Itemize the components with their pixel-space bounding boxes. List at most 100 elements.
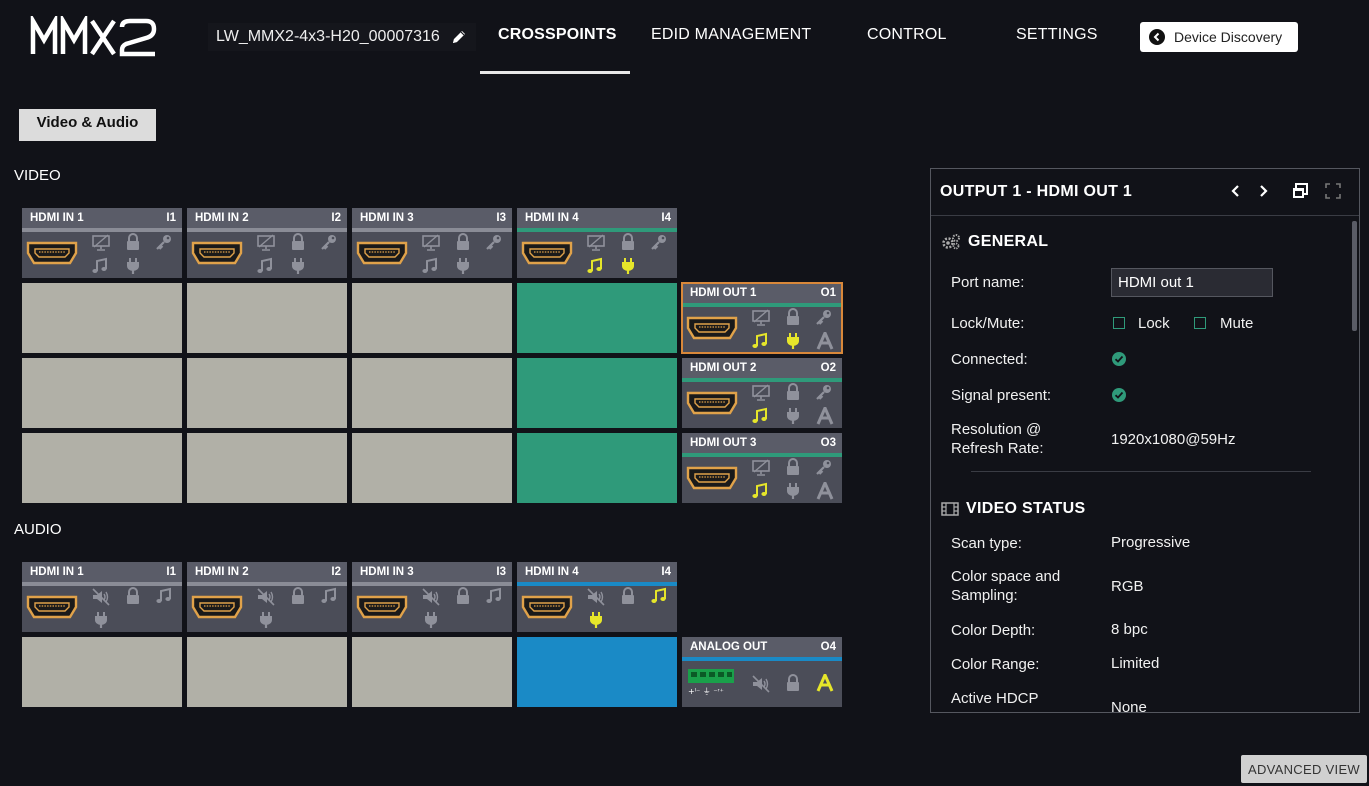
video-output-o3[interactable]: HDMI OUT 3 O3	[682, 433, 842, 503]
auto-select-icon	[816, 671, 834, 697]
active-hdcp-value: None	[1111, 699, 1147, 713]
port-id: I4	[661, 212, 671, 224]
chevron-left-icon[interactable]	[1229, 183, 1243, 199]
port-id: I2	[331, 212, 341, 224]
video-input-i3[interactable]: HDMI IN 3 I3	[352, 208, 512, 278]
crosspoint-cell-o4-i2[interactable]	[187, 637, 347, 707]
audio-input-i2[interactable]: HDMI IN 2 I2	[187, 562, 347, 632]
port-name-input[interactable]	[1111, 268, 1273, 297]
hdmi-icon	[191, 240, 243, 271]
audio-section-title: AUDIO	[14, 521, 62, 538]
port-id: I4	[661, 566, 671, 578]
key-icon	[650, 233, 668, 256]
advanced-view-button[interactable]: ADVANCED VIEW	[1241, 755, 1367, 783]
video-output-o2[interactable]: HDMI OUT 2 O2	[682, 358, 842, 428]
crosspoint-cell-o3-i2[interactable]	[187, 433, 347, 503]
hdmi-icon	[26, 594, 78, 625]
crosspoint-cell-o1-i1[interactable]	[22, 283, 182, 353]
crosspoint-cell-o2-i4[interactable]	[517, 358, 677, 428]
port-body	[22, 232, 182, 278]
crosspoint-cell-o1-i2[interactable]	[187, 283, 347, 353]
fullscreen-icon[interactable]	[1325, 183, 1341, 199]
port-header: HDMI IN 2 I2	[187, 208, 347, 228]
audio-input-i1[interactable]: HDMI IN 1 I1	[22, 562, 182, 632]
video-output-o1[interactable]: HDMI OUT 1 O1	[681, 282, 843, 354]
svg-text:+ˡ⁻ ⏚ ⁻ʳ⁺: +ˡ⁻ ⏚ ⁻ʳ⁺	[688, 687, 724, 696]
signal-check-icon	[1112, 388, 1126, 402]
audio-input-i4[interactable]: HDMI IN 4 I4	[517, 562, 677, 632]
audio-note-icon	[155, 587, 173, 610]
video-audio-view-button[interactable]: Video & Audio	[19, 109, 156, 141]
panel-scrollbar-thumb[interactable]	[1352, 221, 1357, 331]
video-input-i1[interactable]: HDMI IN 1 I1	[22, 208, 182, 278]
crosspoint-cell-o2-i2[interactable]	[187, 358, 347, 428]
crosspoint-cell-o4-i1[interactable]	[22, 637, 182, 707]
lock-icon	[785, 308, 801, 331]
lock-icon	[455, 233, 471, 256]
device-name[interactable]: LW_MMX2-4x3-H20_00007316	[208, 23, 476, 51]
window-restore-icon[interactable]	[1291, 182, 1309, 200]
active-tab-indicator	[480, 71, 630, 74]
port-header: ANALOG OUT O4	[682, 637, 842, 657]
audio-note-icon	[751, 482, 769, 505]
mute-icon	[91, 588, 111, 611]
video-input-i4[interactable]: HDMI IN 4 I4	[517, 208, 677, 278]
hdmi-icon	[191, 594, 243, 625]
port-body	[187, 586, 347, 632]
key-icon	[485, 233, 503, 256]
hdmi-icon	[521, 594, 573, 625]
lock-label: Lock	[1138, 315, 1170, 332]
video-input-i2[interactable]: HDMI IN 2 I2	[187, 208, 347, 278]
audio-output-o4[interactable]: ANALOG OUT O4 +ˡ⁻ ⏚ ⁻ʳ⁺	[682, 637, 842, 707]
tab-crosspoints[interactable]: CROSSPOINTS	[498, 26, 617, 44]
power-plug-icon	[786, 482, 800, 505]
chevron-right-icon[interactable]	[1256, 183, 1270, 199]
tab-edid-management[interactable]: EDID MANAGEMENT	[651, 26, 811, 44]
port-properties-panel: OUTPUT 1 - HDMI OUT 1 GENERAL Port name:…	[930, 168, 1360, 713]
hdmi-icon	[26, 240, 78, 271]
key-icon	[815, 383, 833, 406]
tab-settings[interactable]: SETTINGS	[1016, 26, 1098, 44]
port-name: HDMI IN 2	[195, 212, 249, 224]
device-discovery-button[interactable]: Device Discovery	[1140, 22, 1298, 52]
device-name-text: LW_MMX2-4x3-H20_00007316	[216, 28, 440, 45]
auto-select-icon	[816, 479, 834, 505]
port-name: HDMI IN 1	[30, 566, 84, 578]
crosspoint-cell-o3-i3[interactable]	[352, 433, 512, 503]
port-body	[352, 586, 512, 632]
crosspoint-cell-o3-i1[interactable]	[22, 433, 182, 503]
crosspoint-cell-o2-i3[interactable]	[352, 358, 512, 428]
power-plug-icon	[456, 257, 470, 280]
monitor-off-icon	[256, 234, 276, 257]
device-discovery-label: Device Discovery	[1174, 29, 1283, 45]
port-name: ANALOG OUT	[690, 641, 768, 653]
crosspoint-cell-o2-i1[interactable]	[22, 358, 182, 428]
crosspoint-cell-o1-i3[interactable]	[352, 283, 512, 353]
crosspoint-cell-o1-i4[interactable]	[517, 283, 677, 353]
scan-type-label: Scan type:	[951, 535, 1022, 552]
lock-icon	[290, 233, 306, 256]
resolution-label-line2: Refresh Rate:	[951, 440, 1044, 457]
mute-checkbox[interactable]	[1194, 317, 1206, 329]
tab-control[interactable]: CONTROL	[867, 26, 947, 44]
port-header: HDMI IN 4 I4	[517, 208, 677, 228]
section-divider	[971, 471, 1311, 472]
analog-connector-icon: +ˡ⁻ ⏚ ⁻ʳ⁺	[686, 667, 738, 702]
key-icon	[155, 233, 173, 256]
panel-title: OUTPUT 1 - HDMI OUT 1	[940, 183, 1133, 200]
port-header: HDMI IN 1 I1	[22, 208, 182, 228]
pencil-icon[interactable]	[450, 28, 468, 46]
color-space-label-line2: Sampling:	[951, 587, 1018, 604]
key-icon	[320, 233, 338, 256]
lock-checkbox[interactable]	[1113, 317, 1125, 329]
lock-icon	[455, 587, 471, 610]
port-id: O4	[820, 641, 836, 653]
audio-note-icon	[421, 257, 439, 280]
crosspoint-cell-o4-i3[interactable]	[352, 637, 512, 707]
lock-icon	[125, 587, 141, 610]
port-body: +ˡ⁻ ⏚ ⁻ʳ⁺	[682, 661, 842, 707]
audio-input-i3[interactable]: HDMI IN 3 I3	[352, 562, 512, 632]
crosspoint-cell-o3-i4[interactable]	[517, 433, 677, 503]
crosspoint-cell-o4-i4[interactable]	[517, 637, 677, 707]
active-hdcp-label: Active HDCP	[951, 690, 1039, 707]
